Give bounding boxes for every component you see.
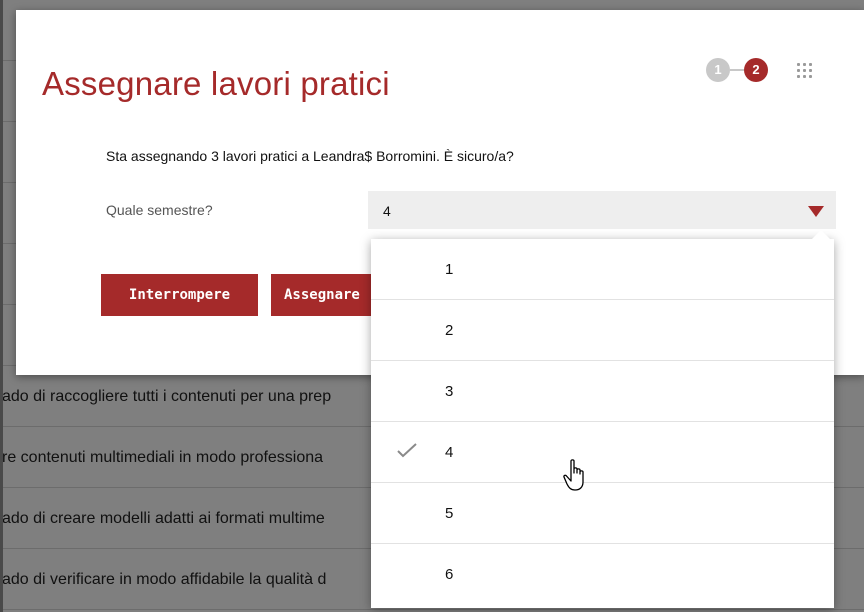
menu-option-6[interactable]: 6 <box>371 544 834 605</box>
menu-option-label: 6 <box>445 566 454 583</box>
grid-icon[interactable] <box>796 62 812 78</box>
step-indicator: 1 2 <box>706 58 836 84</box>
semester-select-value: 4 <box>383 203 391 219</box>
semester-select[interactable]: 4 <box>368 191 836 229</box>
step-2-badge: 2 <box>744 58 768 82</box>
menu-option-2[interactable]: 2 <box>371 300 834 361</box>
menu-option-5[interactable]: 5 <box>371 483 834 544</box>
semester-dropdown-menu: 1 2 3 4 5 6 <box>371 230 834 608</box>
step-connector <box>730 69 744 71</box>
menu-option-label: 1 <box>445 261 454 278</box>
caret-down-icon[interactable] <box>808 206 824 217</box>
cancel-button[interactable]: Interrompere <box>101 274 258 316</box>
check-icon <box>397 443 417 458</box>
menu-option-label: 4 <box>445 444 454 461</box>
menu-option-label: 3 <box>445 383 454 400</box>
hand-pointer-icon <box>563 459 584 491</box>
menu-option-label: 2 <box>445 322 454 339</box>
semester-label: Quale semestre? <box>106 202 213 218</box>
menu-option-label: 5 <box>445 505 454 522</box>
menu-option-1[interactable]: 1 <box>371 239 834 300</box>
dialog-title: Assegnare lavori pratici <box>42 65 390 102</box>
menu-option-3[interactable]: 3 <box>371 361 834 422</box>
menu-option-4[interactable]: 4 <box>371 422 834 483</box>
confirm-message: Sta assegnando 3 lavori pratici a Leandr… <box>106 148 514 164</box>
step-1-badge: 1 <box>706 58 730 82</box>
window-edge <box>0 0 3 612</box>
